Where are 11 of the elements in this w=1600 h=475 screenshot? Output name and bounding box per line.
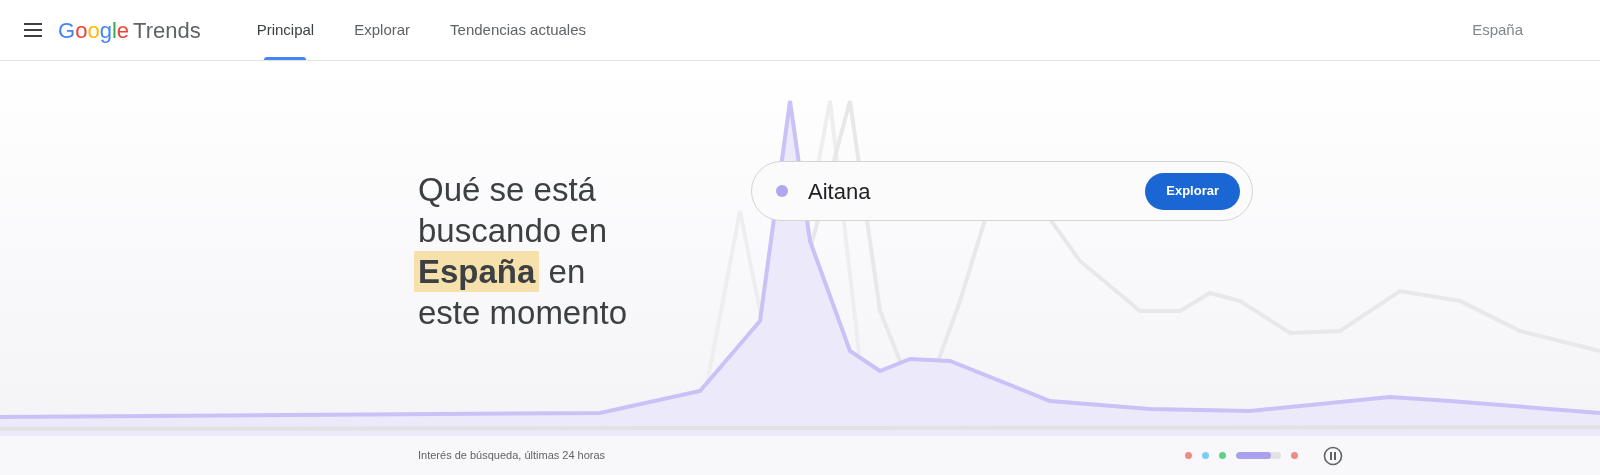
nav-tab[interactable]: Tendencias actuales [430,0,606,60]
explore-button[interactable]: Explorar [1145,172,1240,210]
nav-tab[interactable]: Principal [236,0,335,60]
pause-icon[interactable] [1323,445,1343,466]
region-label[interactable]: España [1472,18,1523,42]
logo[interactable]: Google Trends [58,13,201,47]
chart-caption: Interés de búsqueda, últimas 24 horas [418,448,606,464]
nav-tab[interactable]: Explorar [334,0,431,60]
search-field[interactable]: Aitana Explorar [751,161,1253,221]
menu-icon[interactable] [24,23,42,37]
slide-progress[interactable] [1236,452,1281,459]
